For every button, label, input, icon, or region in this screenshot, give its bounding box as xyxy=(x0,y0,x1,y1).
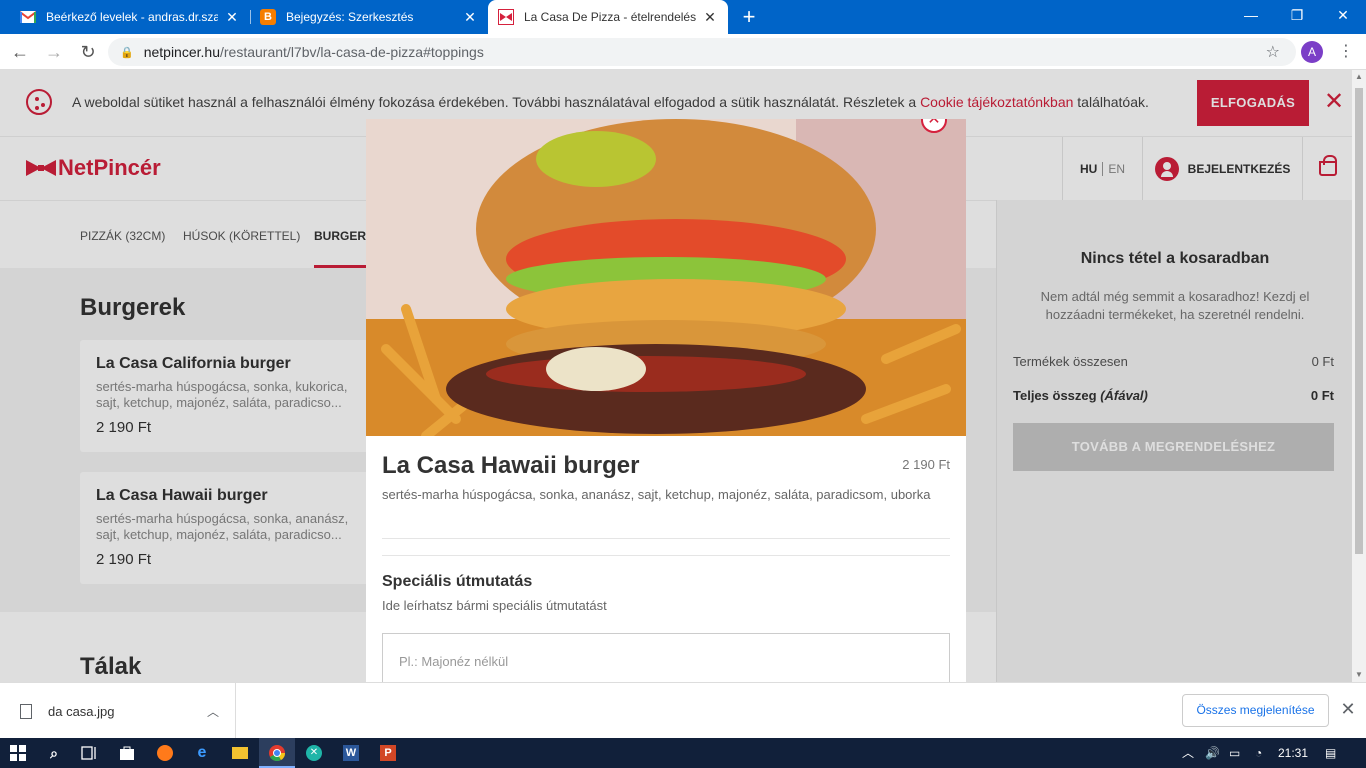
lock-icon: 🔒 xyxy=(120,46,134,59)
search-icon[interactable]: ⌕ xyxy=(44,743,64,763)
special-instructions-desc: Ide leírhatsz bármi speciális útmutatást xyxy=(382,598,607,613)
chevron-up-icon[interactable]: ︿ xyxy=(207,703,219,720)
product-modal: ✕ La Casa Hawaii burger 2 190 Ft sertés-… xyxy=(366,119,966,682)
download-file-name: da casa.jpg xyxy=(48,703,115,719)
file-explorer-icon[interactable] xyxy=(230,743,250,763)
special-instructions-title: Speciális útmutatás xyxy=(382,573,533,590)
edge-icon[interactable]: e xyxy=(192,743,212,763)
notification-icon[interactable]: ▤ xyxy=(1325,738,1336,768)
chrome-icon[interactable] xyxy=(267,743,287,763)
netpincer-icon xyxy=(498,9,514,25)
tab-close-icon[interactable]: ✕ xyxy=(224,9,240,26)
windows-start-icon[interactable] xyxy=(8,743,28,763)
tab-gmail[interactable]: Beérkező levelek - andras.dr.szabo ✕ xyxy=(10,0,250,34)
window-close-button[interactable]: ✕ xyxy=(1320,0,1366,30)
wifi-icon[interactable]: ◔ xyxy=(1255,738,1262,768)
modal-product-name: La Casa Hawaii burger xyxy=(382,452,640,479)
scroll-up-icon[interactable]: ▲ xyxy=(1352,70,1366,84)
modal-product-desc: sertés-marha húspogácsa, sonka, ananász,… xyxy=(382,487,931,502)
word-icon[interactable]: W xyxy=(341,743,361,763)
downloads-bar: da casa.jpg ︿ Összes megjelenítése ✕ xyxy=(0,682,1366,739)
battery-icon[interactable]: ▭ xyxy=(1229,738,1240,768)
store-icon[interactable] xyxy=(117,743,137,763)
powerpoint-icon[interactable]: P xyxy=(378,743,398,763)
tab-title: Bejegyzés: Szerkesztés xyxy=(286,10,414,24)
blogger-icon: B xyxy=(260,9,276,25)
downloads-close-icon[interactable]: ✕ xyxy=(1338,699,1358,720)
profile-avatar[interactable]: A xyxy=(1301,41,1323,63)
page-viewport: A weboldal sütiket használ a felhasználó… xyxy=(0,70,1352,682)
url-path: /restaurant/l7bv/la-casa-de-pizza#toppin… xyxy=(220,44,484,60)
scrollbar-thumb[interactable] xyxy=(1355,88,1363,554)
gmail-icon xyxy=(20,9,36,25)
tab-title: La Casa De Pizza - ételrendelés, h xyxy=(524,10,696,24)
maximize-button[interactable]: ❐ xyxy=(1274,0,1320,30)
special-instructions-input[interactable] xyxy=(382,633,950,682)
new-tab-button[interactable]: + xyxy=(736,4,762,30)
forward-button[interactable]: → xyxy=(42,40,66,64)
task-view-icon[interactable] xyxy=(79,743,99,763)
tab-close-icon[interactable]: ✕ xyxy=(462,9,478,26)
divider xyxy=(382,555,950,556)
url-host: netpincer.hu xyxy=(143,44,220,60)
minimize-button[interactable]: — xyxy=(1228,0,1274,30)
modal-product-price: 2 190 Ft xyxy=(902,457,950,472)
volume-icon[interactable]: 🔊 xyxy=(1205,738,1220,768)
tray-chevron-icon[interactable]: ︿ xyxy=(1182,738,1194,768)
scroll-down-icon[interactable]: ▼ xyxy=(1352,668,1366,682)
firefox-icon[interactable] xyxy=(155,743,175,763)
show-all-downloads-button[interactable]: Összes megjelenítése xyxy=(1182,694,1329,727)
back-button[interactable]: ← xyxy=(8,40,32,64)
app-x-icon[interactable]: ✕ xyxy=(304,743,324,763)
tab-close-icon[interactable]: ✕ xyxy=(702,9,718,26)
browser-menu-icon[interactable]: ⋮ xyxy=(1336,40,1356,64)
browser-tab-bar: Beérkező levelek - andras.dr.szabo ✕ B B… xyxy=(0,0,1366,34)
clock-time[interactable]: 21:31 xyxy=(1278,738,1308,768)
download-item[interactable]: da casa.jpg ︿ xyxy=(0,683,236,739)
page-scrollbar[interactable]: ▲ ▼ xyxy=(1352,70,1366,682)
url-omnibox[interactable]: 🔒 netpincer.hu /restaurant/l7bv/la-casa-… xyxy=(108,38,1296,66)
divider xyxy=(382,538,950,539)
address-bar: ← → ↻ 🔒 netpincer.hu /restaurant/l7bv/la… xyxy=(0,34,1366,70)
reload-button[interactable]: ↻ xyxy=(76,40,100,64)
file-icon xyxy=(20,703,32,719)
bookmark-star-icon[interactable]: ☆ xyxy=(1266,42,1280,62)
tab-netpincer[interactable]: La Casa De Pizza - ételrendelés, h ✕ xyxy=(488,0,728,34)
windows-taskbar: ⌕ e ✕ W P ︿ 🔊 ▭ ◔ 21:31 ▤ xyxy=(0,738,1366,768)
tab-blogger[interactable]: B Bejegyzés: Szerkesztés ✕ xyxy=(250,0,488,34)
tab-title: Beérkező levelek - andras.dr.szabo xyxy=(46,10,218,24)
burger-photo xyxy=(366,119,966,436)
